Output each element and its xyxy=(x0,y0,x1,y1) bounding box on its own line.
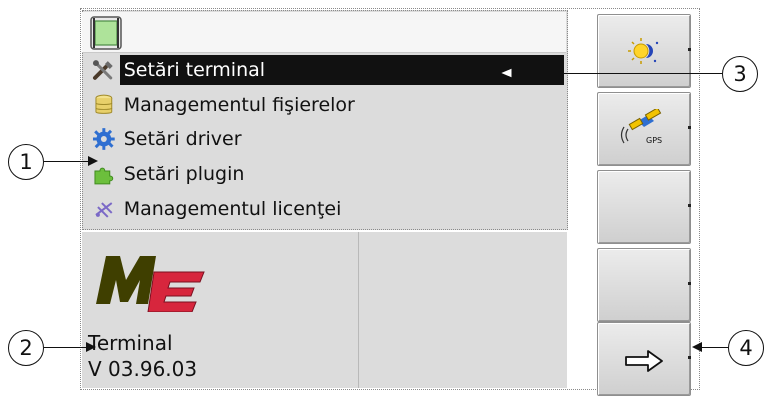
menu-item-file-management[interactable]: Managementul fişierelor xyxy=(92,90,564,120)
callout-leader-line xyxy=(510,73,722,74)
day-night-icon xyxy=(628,38,659,64)
arrowhead-icon xyxy=(88,156,98,166)
app-name: Terminal xyxy=(88,331,173,355)
menu-item-terminal-settings[interactable]: Setări terminal xyxy=(92,55,564,85)
callout-1: 1 xyxy=(8,144,44,180)
gps-softkey[interactable]: GPS xyxy=(597,92,691,166)
menu-item-plugin-settings[interactable]: Setări plugin xyxy=(92,159,564,189)
menu-item-label: Setări plugin xyxy=(123,163,245,185)
next-softkey[interactable] xyxy=(597,322,691,396)
callout-leader-line xyxy=(44,347,90,348)
menu-item-label: Managementul fişierelor xyxy=(123,94,355,116)
license-icon xyxy=(95,202,113,218)
empty-panel xyxy=(358,232,567,388)
gps-icon: GPS xyxy=(620,109,662,145)
day-night-softkey[interactable] xyxy=(597,14,691,88)
next-arrow-icon xyxy=(625,350,663,372)
arrowhead-icon xyxy=(86,342,96,352)
terminal-display-icon xyxy=(90,16,122,50)
callout-2: 2 xyxy=(8,330,44,366)
gear-icon xyxy=(92,128,115,150)
softkey-4[interactable] xyxy=(597,248,691,322)
menu-item-driver-settings[interactable]: Setări driver xyxy=(92,124,564,154)
softkey-indicator xyxy=(688,126,691,129)
gps-label: GPS xyxy=(646,136,662,145)
menu-item-label: Setări driver xyxy=(123,128,242,150)
menu-item-label: Managementul licenţei xyxy=(123,198,342,220)
menu-item-license-management[interactable]: Managementul licenţei xyxy=(92,194,564,224)
database-icon xyxy=(95,94,113,114)
softkey-indicator xyxy=(688,204,691,207)
terminal-info-panel: Terminal V 03.96.03 xyxy=(82,232,358,388)
softkey-indicator xyxy=(688,282,691,285)
callout-leader-line xyxy=(44,161,92,162)
me-logo xyxy=(96,256,205,312)
menu-header xyxy=(82,12,566,53)
version-number: V 03.96.03 xyxy=(88,357,198,381)
callout-4: 4 xyxy=(728,330,764,366)
arrowhead-icon xyxy=(692,342,702,352)
softkey-indicator xyxy=(688,356,691,359)
softkey-3[interactable] xyxy=(597,170,691,244)
softkey-indicator xyxy=(688,48,691,51)
callout-leader-line xyxy=(698,347,728,348)
tools-icon xyxy=(92,60,113,80)
menu-item-label: Setări terminal xyxy=(123,59,266,81)
callout-3: 3 xyxy=(722,56,758,92)
arrowhead-icon xyxy=(500,68,512,78)
